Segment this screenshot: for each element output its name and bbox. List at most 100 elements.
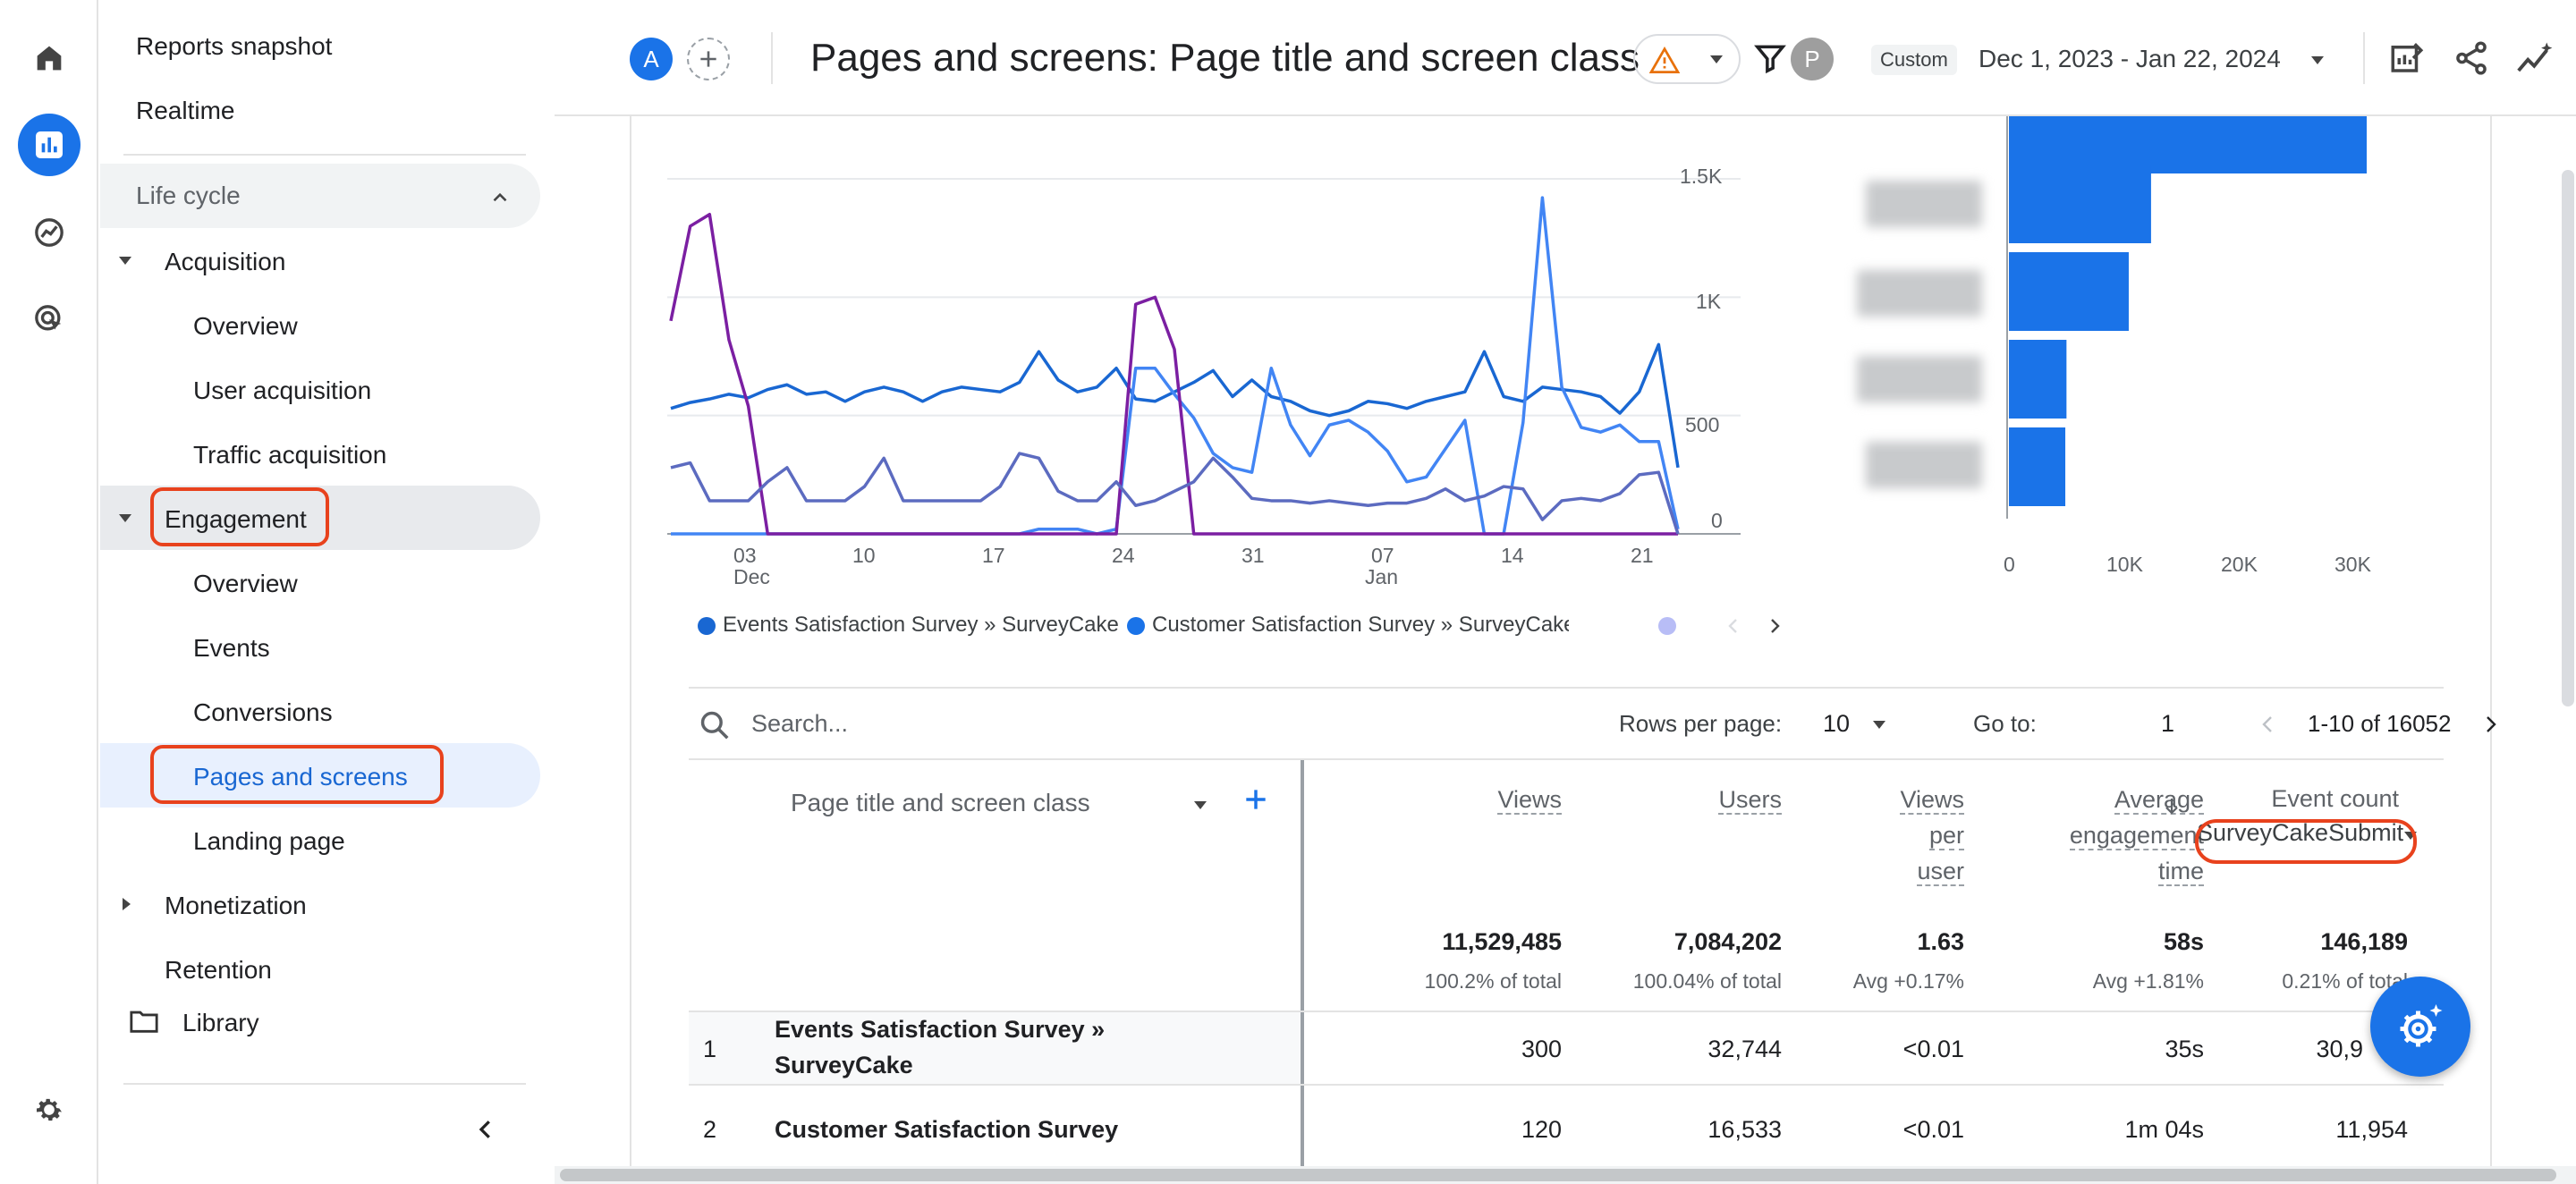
divider <box>123 1083 526 1085</box>
divider <box>771 32 773 84</box>
nav-monetization[interactable]: Monetization <box>165 892 307 920</box>
x-tick-label: 14 <box>1501 544 1524 567</box>
bar-4 <box>2009 340 2067 419</box>
expand-arrow-icon[interactable] <box>119 257 131 265</box>
chevron-down-icon <box>1710 55 1723 63</box>
insights-icon[interactable] <box>2515 39 2556 81</box>
total-event-count-share: 0.21% of total <box>2282 969 2408 993</box>
explore-icon[interactable] <box>18 201 80 264</box>
total-views: 11,529,485 <box>1442 928 1562 955</box>
column-header-views[interactable]: Views <box>1401 782 1562 817</box>
icon-rail <box>0 0 98 1184</box>
x-tick-label: 07 <box>1371 544 1394 567</box>
previous-page-icon[interactable] <box>2258 710 2279 743</box>
row-views: 300 <box>1521 1036 1562 1062</box>
pagination-range: 1-10 of 16052 <box>2308 710 2452 737</box>
legend-item[interactable]: Customer Satisfaction Survey » SurveyCak… <box>1152 613 1569 638</box>
row-event-count: 30,9 <box>2316 1036 2363 1062</box>
add-comparison-icon[interactable] <box>687 38 730 80</box>
report-card: 1.5K 1K 500 0 03 Dec 10 17 24 31 07 Jan … <box>630 116 2496 1184</box>
comparison-avatar-a[interactable]: A <box>630 38 673 80</box>
total-views-per-user: 1.63 <box>1917 928 1964 955</box>
chevron-down-icon[interactable] <box>1873 721 1885 729</box>
collapse-nav-chevron-icon[interactable] <box>472 1116 499 1147</box>
total-avg-engagement-time-delta: Avg +1.81% <box>2092 969 2204 993</box>
nav-retention[interactable]: Retention <box>165 956 272 985</box>
sort-descending-icon[interactable] <box>2161 794 2182 824</box>
legend-item[interactable]: Events Satisfaction Survey » SurveyCake <box>723 613 1119 638</box>
customize-report-icon[interactable] <box>2388 39 2426 81</box>
date-dropdown-icon[interactable] <box>2311 56 2324 64</box>
vertical-scrollbar[interactable] <box>2562 170 2574 706</box>
date-range-picker[interactable]: Dec 1, 2023 - Jan 22, 2024 <box>1979 45 2281 73</box>
home-icon[interactable] <box>18 27 80 89</box>
nav-library[interactable]: Library <box>182 1009 259 1037</box>
horizontal-scrollbar[interactable] <box>560 1169 2556 1181</box>
date-mode-chip: Custom <box>1871 45 1957 75</box>
nav-conversions[interactable]: Conversions <box>193 698 333 727</box>
x-tick-sublabel: Dec <box>733 565 770 588</box>
search-icon <box>698 708 732 747</box>
row-views: 120 <box>1521 1116 1562 1143</box>
nav-traffic-acquisition[interactable]: Traffic acquisition <box>193 441 386 469</box>
filter-icon[interactable] <box>1753 41 1787 80</box>
nav-realtime[interactable]: Realtime <box>136 97 234 125</box>
data-quality-dropdown[interactable] <box>1633 34 1741 84</box>
column-divider <box>1301 760 1304 1184</box>
report-header: A Pages and screens: Page title and scre… <box>555 0 2576 116</box>
legend-dot <box>698 617 716 635</box>
column-header-event-count[interactable]: Event count <box>2233 785 2399 813</box>
row-page-title[interactable]: Events Satisfaction Survey » <box>775 1016 1105 1044</box>
y-tick-label: 0 <box>1711 509 1723 532</box>
nav-events[interactable]: Events <box>193 634 270 663</box>
collapse-chevron-icon[interactable] <box>488 186 512 214</box>
nav-reports-snapshot[interactable]: Reports snapshot <box>136 32 332 61</box>
x-tick-label: 30K <box>2334 553 2371 576</box>
x-tick-label: 0 <box>2004 553 2015 576</box>
advertising-icon[interactable] <box>18 288 80 351</box>
add-dimension-icon[interactable] <box>1241 785 1270 818</box>
bar-2 <box>2009 165 2151 243</box>
warning-icon <box>1649 47 1680 73</box>
divider <box>2363 32 2365 84</box>
divider <box>689 758 2444 760</box>
legend-prev-icon[interactable] <box>1723 613 1744 643</box>
user-avatar-p[interactable]: P <box>1791 38 1834 80</box>
row-views-per-user: <0.01 <box>1902 1036 1964 1062</box>
dimension-dropdown-icon[interactable] <box>1194 801 1207 809</box>
rows-per-page-select[interactable]: 10 <box>1823 710 1850 738</box>
legend-next-icon[interactable] <box>1764 613 1785 643</box>
settings-gear-icon[interactable] <box>18 1078 80 1141</box>
total-views-per-user-delta: Avg +0.17% <box>1852 969 1964 993</box>
row-page-title-line2[interactable]: SurveyCake <box>775 1052 913 1079</box>
dimension-header[interactable]: Page title and screen class <box>791 789 1090 817</box>
x-tick-label: 21 <box>1631 544 1654 567</box>
total-avg-engagement-time: 58s <box>2163 928 2204 955</box>
x-tick-label: 10 <box>852 544 876 567</box>
goto-input[interactable]: 1 <box>2161 710 2174 738</box>
nav-landing-page[interactable]: Landing page <box>193 827 345 856</box>
row-page-title[interactable]: Customer Satisfaction Survey <box>775 1116 1118 1144</box>
share-icon[interactable] <box>2453 39 2490 81</box>
total-users: 7,084,202 <box>1674 928 1782 955</box>
next-page-icon[interactable] <box>2479 710 2501 743</box>
legend-dot <box>1658 617 1676 635</box>
nav-acquisition[interactable]: Acquisition <box>165 248 285 276</box>
series-line-2 <box>671 196 1680 536</box>
reports-icon[interactable] <box>18 114 80 176</box>
expand-arrow-icon[interactable] <box>119 514 131 522</box>
x-tick-label: 24 <box>1112 544 1135 567</box>
expand-arrow-icon[interactable] <box>123 898 131 910</box>
nav-acquisition-overview[interactable]: Overview <box>193 312 298 341</box>
goto-label: Go to: <box>1973 710 2037 737</box>
analytics-assistant-button[interactable] <box>2370 977 2470 1077</box>
search-input[interactable]: Search... <box>751 710 848 738</box>
column-header-users[interactable]: Users <box>1580 782 1782 817</box>
nav-engagement-overview[interactable]: Overview <box>193 570 298 598</box>
column-header-views-per-user[interactable]: Views per user <box>1794 782 1964 889</box>
row-number: 1 <box>703 1036 717 1062</box>
total-users-share: 100.04% of total <box>1632 969 1782 993</box>
nav-user-acquisition[interactable]: User acquisition <box>193 376 371 405</box>
row-avg-engagement-time: 1m 04s <box>2124 1116 2204 1143</box>
y-tick-label: 1K <box>1696 290 1722 313</box>
